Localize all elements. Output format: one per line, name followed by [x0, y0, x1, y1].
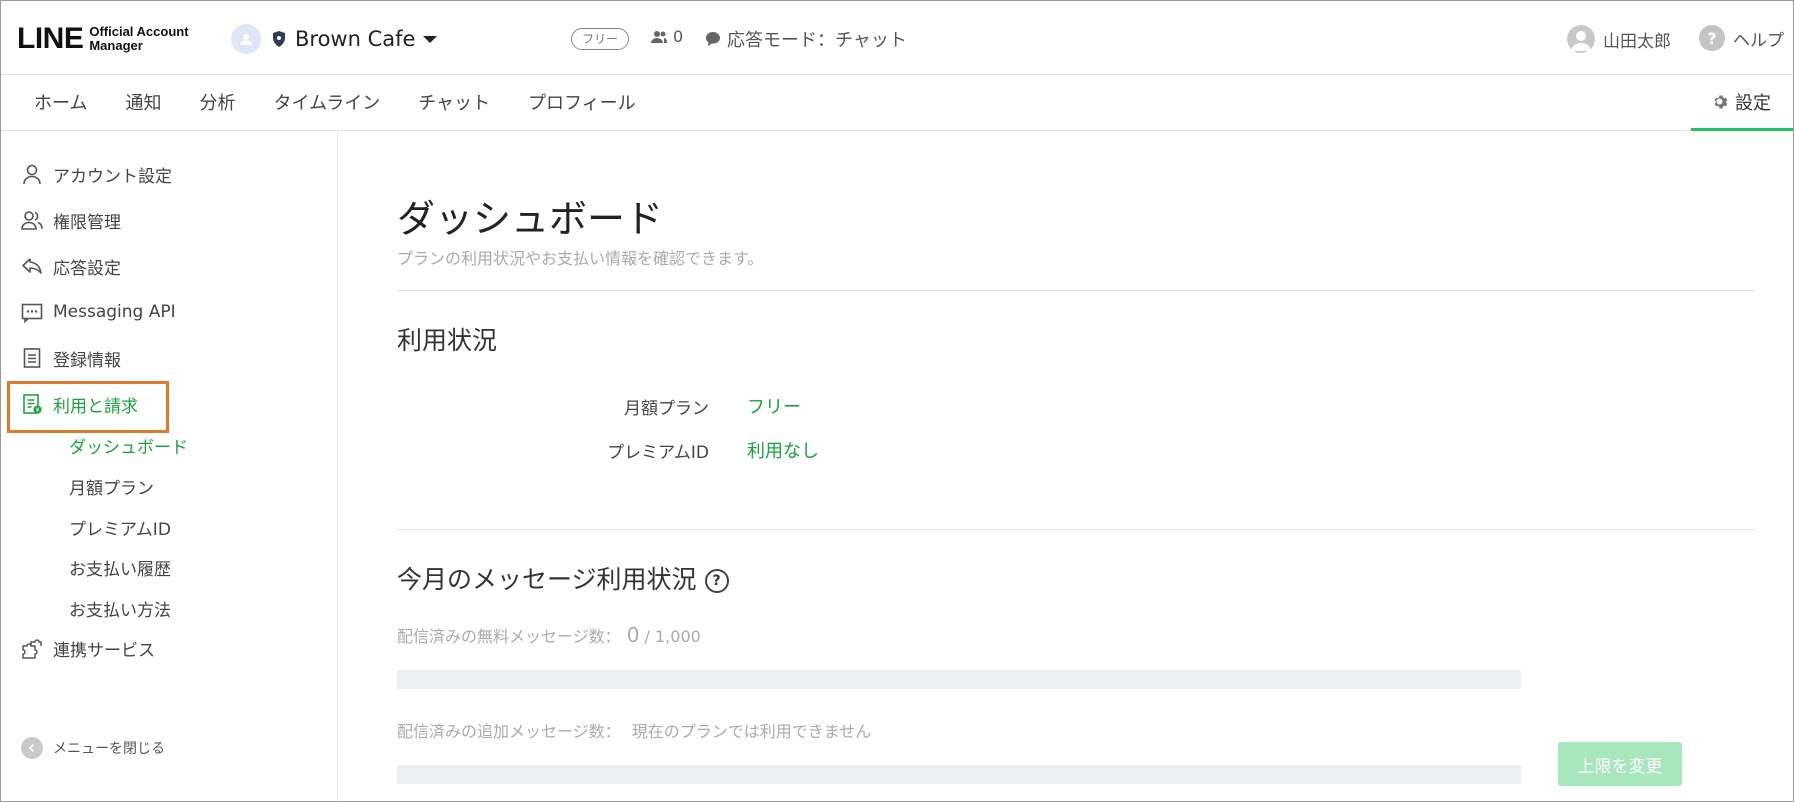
message-usage-section: 今月のメッセージ利用状況?: [397, 560, 729, 596]
user-icon: [23, 164, 41, 185]
premium-id-value[interactable]: 利用なし: [747, 437, 819, 463]
logo-subtitle-line-1: Official Account: [89, 24, 189, 39]
page-title: ダッシュボード: [397, 197, 664, 241]
additional-messages-progress-bar: [397, 765, 1521, 784]
main-content: ダッシュボード プランの利用状況やお支払い情報を確認できます。 利用状況 月額プ…: [339, 132, 1793, 801]
sidebar-item-permissions[interactable]: 権限管理: [21, 205, 121, 235]
tab-chat[interactable]: チャット: [399, 76, 509, 131]
response-mode-label: 応答モード：チャット: [727, 30, 907, 51]
sidebar-item-label: アカウント設定: [53, 166, 172, 187]
free-messages-label: 配信済みの無料メッセージ数：: [397, 627, 621, 646]
free-messages-stat: 配信済みの無料メッセージ数： 0 / 1,000: [397, 623, 701, 647]
free-messages-count: 0: [626, 623, 640, 647]
friend-count-value: 0: [673, 27, 684, 46]
tab-profile[interactable]: プロフィール: [509, 76, 655, 131]
sidebar-item-messaging-api[interactable]: Messaging API: [21, 297, 176, 327]
sidebar-item-integrations[interactable]: 連携サービス: [21, 633, 155, 663]
additional-messages-status: 現在のプランでは利用できません: [631, 722, 872, 741]
user-avatar-icon: [1567, 25, 1595, 53]
change-limit-button[interactable]: 上限を変更: [1558, 742, 1682, 786]
response-mode[interactable]: 応答モード：チャット: [705, 26, 907, 52]
help-link[interactable]: ? ヘルプ: [1699, 25, 1784, 51]
top-header: LINE Official Account Manager Brown Cafe…: [1, 1, 1793, 75]
sidebar-item-registration-info[interactable]: 登録情報: [21, 343, 121, 373]
reply-icon: [22, 258, 42, 274]
sidebar-item-label: 登録情報: [53, 350, 121, 371]
usage-section-title: 利用状況: [397, 326, 498, 355]
logo-text: LINE: [17, 22, 84, 55]
caret-down-icon: [423, 35, 438, 43]
app-window: LINE Official Account Manager Brown Cafe…: [0, 0, 1794, 802]
sidebar-subitem-payment-method[interactable]: お支払い方法: [69, 593, 171, 623]
friends-icon: [651, 30, 667, 43]
sidebar-subitem-premium-id[interactable]: プレミアムID: [69, 512, 171, 542]
tab-home[interactable]: ホーム: [15, 76, 106, 131]
chat-dots-icon: [21, 303, 43, 323]
account-avatar-icon: [231, 24, 261, 54]
sidebar-subitem-monthly-plan[interactable]: 月額プラン: [69, 471, 154, 501]
sidebar-item-label: 権限管理: [53, 212, 121, 233]
sidebar-item-account-settings[interactable]: アカウント設定: [21, 159, 172, 189]
puzzle-icon: [22, 639, 42, 659]
free-messages-total: / 1,000: [644, 627, 701, 646]
nav-tabs: ホーム 通知 分析 タイムライン チャット プロフィール: [15, 76, 655, 131]
line-logo[interactable]: LINE Official Account Manager: [17, 21, 189, 57]
divider: [397, 529, 1755, 530]
friend-count: 0: [651, 27, 683, 46]
premium-id-label: プレミアムID: [607, 443, 709, 463]
tab-timeline[interactable]: タイムライン: [254, 76, 399, 131]
additional-messages-stat: 配信済みの追加メッセージ数： 現在のプランでは利用できません: [397, 718, 871, 742]
sidebar-item-label: 応答設定: [53, 258, 121, 279]
free-messages-progress-bar: [397, 670, 1521, 689]
main-nav: ホーム 通知 分析 タイムライン チャット プロフィール 設定: [1, 76, 1793, 131]
question-icon[interactable]: ?: [704, 569, 729, 593]
sidebar-item-label: 連携サービス: [53, 640, 155, 661]
users-icon: [21, 211, 43, 230]
sidebar-subitem-dashboard[interactable]: ダッシュボード: [69, 430, 188, 460]
close-menu-button[interactable]: メニューを閉じる: [21, 737, 165, 759]
verified-shield-icon: [273, 31, 285, 47]
sidebar-subitem-payment-history[interactable]: お支払い履歴: [69, 552, 171, 582]
tab-notifications[interactable]: 通知: [106, 76, 180, 131]
user-name: 山田太郎: [1603, 31, 1671, 52]
account-name: Brown Cafe: [295, 27, 416, 51]
highlight-box: [7, 381, 169, 433]
sidebar-item-label: Messaging API: [53, 302, 176, 322]
additional-messages-label: 配信済みの追加メッセージ数：: [397, 722, 621, 741]
logo-subtitle-line-2: Manager: [89, 38, 143, 53]
chat-bubble-icon: [706, 32, 720, 46]
document-icon: [23, 348, 41, 368]
help-label: ヘルプ: [1733, 30, 1784, 51]
divider: [397, 290, 1755, 291]
tab-analytics[interactable]: 分析: [180, 76, 254, 131]
message-usage-title: 今月のメッセージ利用状況: [397, 565, 697, 594]
logo-subtitle: Official Account Manager: [89, 25, 188, 53]
settings-sidebar: アカウント設定 権限管理 応答設定 Messaging API 登録情報 ¥ 利…: [1, 132, 338, 801]
user-menu[interactable]: 山田太郎: [1567, 25, 1671, 53]
close-menu-label: メニューを閉じる: [53, 741, 165, 757]
monthly-plan-label: 月額プラン: [624, 399, 709, 419]
gear-icon: [1714, 95, 1728, 109]
chevron-left-icon: [21, 737, 43, 759]
sidebar-item-response-settings[interactable]: 応答設定: [21, 251, 121, 281]
plan-badge: フリー: [571, 28, 630, 50]
settings-label: 設定: [1735, 93, 1771, 114]
monthly-plan-value[interactable]: フリー: [747, 393, 801, 419]
page-description: プランの利用状況やお支払い情報を確認できます。: [397, 249, 764, 268]
account-switcher[interactable]: Brown Cafe: [231, 23, 438, 55]
tab-settings[interactable]: 設定: [1691, 76, 1793, 131]
help-icon: ?: [1699, 25, 1725, 51]
